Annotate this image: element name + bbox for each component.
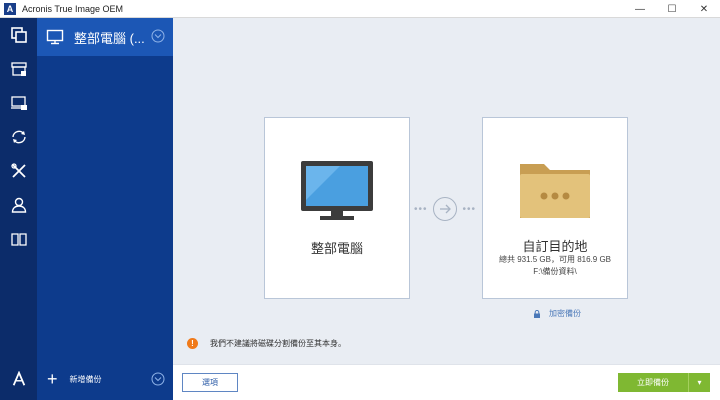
warning-message: ! 我們不建議將磁碟分割備份至其本身。 [187, 338, 346, 349]
options-button[interactable]: 選項 [182, 373, 238, 392]
archive-icon [10, 62, 27, 76]
backup-now-dropdown[interactable]: ▾ [689, 373, 710, 392]
window-controls: — ☐ ✕ [624, 0, 720, 18]
rail-item-protection[interactable] [0, 86, 37, 120]
help-book-icon [10, 233, 27, 246]
encrypt-label: 加密備份 [549, 309, 581, 318]
source-title: 整部電腦 [310, 241, 363, 256]
backup-list-panel: 整部電腦 (... + 新增備份 [37, 18, 173, 400]
computer-lock-icon [10, 96, 27, 110]
monitor-icon [301, 161, 373, 220]
bottom-bar: 選項 立即備份 ▾ [173, 364, 720, 400]
warning-icon: ! [187, 338, 198, 349]
window-title: Acronis True Image OEM [22, 3, 124, 14]
lock-icon [534, 309, 540, 318]
add-backup-label: 新增備份 [69, 374, 102, 384]
rail-item-account[interactable] [0, 188, 37, 222]
title-bar: A Acronis True Image OEM — ☐ ✕ [0, 0, 720, 18]
rail-item-backup[interactable] [0, 18, 37, 52]
chevron-down-icon[interactable] [151, 372, 165, 386]
dots-left: ••• [414, 203, 428, 215]
rail-item-help[interactable] [0, 222, 37, 256]
warning-text: 我們不建議將磁碟分割備份至其本身。 [210, 339, 346, 348]
folder-icon [520, 164, 590, 218]
backup-now-button[interactable]: 立即備份 [618, 373, 688, 392]
tools-icon [10, 163, 26, 178]
source-card[interactable]: 整部電腦 [264, 117, 410, 299]
backup-icon [10, 27, 27, 43]
destination-capacity: 總共 931.5 GB，可用 816.9 GB [498, 255, 612, 264]
computer-icon [46, 29, 64, 45]
backup-item-entire-pc[interactable]: 整部電腦 (... [37, 18, 173, 56]
destination-path: F:\備份資料\ [533, 267, 577, 276]
dots-right: ••• [462, 203, 476, 215]
nav-rail [0, 18, 37, 400]
add-backup-button[interactable]: + 新增備份 [37, 364, 173, 394]
encrypt-backup-link[interactable]: 加密備份 [533, 308, 581, 319]
rail-item-tools[interactable] [0, 154, 37, 188]
app-logo-icon: A [4, 2, 16, 15]
backup-item-label: 整部電腦 (... [74, 30, 145, 46]
minimize-button[interactable]: — [624, 0, 656, 18]
close-button[interactable]: ✕ [688, 0, 720, 18]
plus-icon: + [47, 369, 58, 389]
arrow-right-icon [433, 197, 457, 221]
sync-icon [11, 130, 26, 144]
destination-card[interactable]: 自訂目的地 總共 931.5 GB，可用 816.9 GB F:\備份資料\ [482, 117, 628, 299]
rail-item-archive[interactable] [0, 52, 37, 86]
direction-arrow: ••• ••• [414, 196, 476, 222]
account-icon [11, 197, 26, 213]
destination-title: 自訂目的地 [522, 239, 588, 254]
main-content: 整部電腦 ••• ••• 自訂目的地 總共 931.5 GB，可用 816.9 … [173, 18, 720, 364]
backup-now-button-group: 立即備份 ▾ [618, 373, 710, 392]
chevron-down-icon[interactable] [151, 29, 165, 43]
maximize-button[interactable]: ☐ [656, 0, 688, 18]
acronis-logo-icon [12, 371, 25, 386]
acronis-logo [0, 364, 37, 394]
rail-item-sync[interactable] [0, 120, 37, 154]
